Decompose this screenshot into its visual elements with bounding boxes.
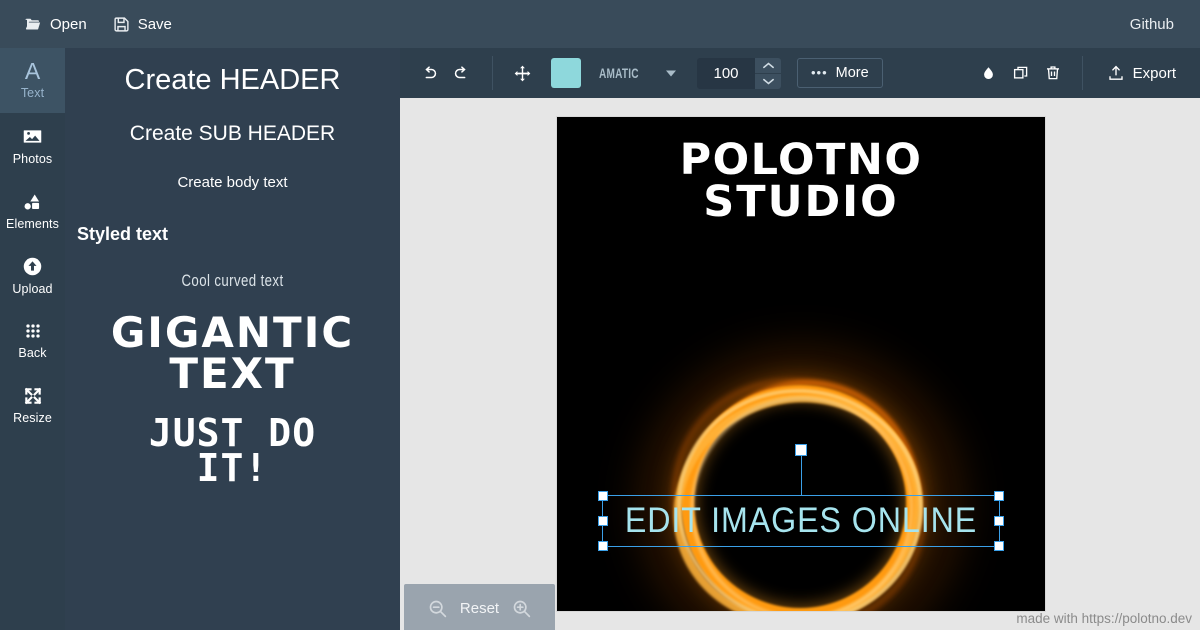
export-button[interactable]: Export bbox=[1097, 58, 1186, 88]
open-button[interactable]: Open bbox=[16, 10, 95, 38]
text-presets-panel: Create HEADER Create SUB HEADER Create b… bbox=[65, 48, 400, 630]
grid-dots-icon bbox=[23, 321, 43, 341]
font-family-select[interactable]: AMATIC bbox=[591, 61, 685, 85]
canvas-frame: POLOTNO STUDIO EDIT IMAGES ONLINE bbox=[557, 117, 1045, 611]
floppy-disk-icon bbox=[113, 16, 130, 33]
folder-open-icon bbox=[24, 15, 42, 33]
undo-button[interactable] bbox=[414, 58, 444, 88]
github-link[interactable]: Github bbox=[1120, 11, 1184, 38]
zoom-controls: Reset bbox=[404, 584, 555, 630]
more-button-label: More bbox=[836, 65, 869, 81]
opacity-button[interactable] bbox=[974, 58, 1004, 88]
sidebar-item-text[interactable]: A Text bbox=[0, 48, 65, 113]
sidebar-item-back[interactable]: Back bbox=[0, 308, 65, 373]
font-size-stepper bbox=[755, 58, 781, 89]
text-color-swatch[interactable] bbox=[551, 58, 581, 88]
sidebar-item-upload[interactable]: Upload bbox=[0, 243, 65, 308]
font-size-decrease-button[interactable] bbox=[755, 74, 781, 89]
sidebar-item-photos[interactable]: Photos bbox=[0, 113, 65, 178]
preset-styled-text[interactable]: Styled text bbox=[65, 224, 400, 245]
preset-create-subheader[interactable]: Create SUB HEADER bbox=[65, 122, 400, 146]
delete-button[interactable] bbox=[1038, 58, 1068, 88]
sidebar-item-label: Text bbox=[21, 86, 44, 100]
shapes-icon bbox=[22, 191, 43, 212]
polotno-watermark: made with https://polotno.dev bbox=[1016, 611, 1192, 626]
save-button-label: Save bbox=[138, 16, 172, 33]
upload-circle-icon bbox=[22, 256, 43, 277]
redo-button[interactable] bbox=[446, 58, 476, 88]
trash-icon bbox=[1044, 64, 1062, 82]
canvas-title-line2: STUDIO bbox=[557, 181, 1045, 223]
export-button-label: Export bbox=[1133, 65, 1176, 82]
resize-handle-bottom-right[interactable] bbox=[994, 541, 1004, 551]
droplet-icon bbox=[980, 65, 997, 82]
font-family-value: AMATIC bbox=[599, 65, 641, 81]
preset-create-header[interactable]: Create HEADER bbox=[65, 64, 400, 97]
preset-just-do-it[interactable]: JUST DO IT! bbox=[65, 416, 400, 486]
selected-text-object[interactable]: EDIT IMAGES ONLINE bbox=[621, 498, 982, 544]
image-icon bbox=[22, 126, 43, 147]
canvas-title-line1: POLOTNO bbox=[557, 139, 1045, 181]
resize-handle-top-left[interactable] bbox=[598, 491, 608, 501]
preset-gigantic-line1: GIGANTIC bbox=[65, 313, 400, 354]
chevron-down-icon bbox=[665, 67, 677, 79]
sidebar-item-label: Elements bbox=[6, 217, 59, 231]
resize-handle-middle-right[interactable] bbox=[994, 516, 1004, 526]
expand-arrows-icon bbox=[23, 386, 43, 406]
zoom-reset-button[interactable]: Reset bbox=[460, 600, 499, 617]
move-arrows-icon bbox=[513, 64, 532, 83]
design-canvas[interactable]: POLOTNO STUDIO EDIT IMAGES ONLINE bbox=[557, 117, 1045, 611]
canvas-workspace[interactable]: POLOTNO STUDIO EDIT IMAGES ONLINE bbox=[400, 98, 1200, 630]
toolbar-divider-2 bbox=[1082, 56, 1083, 90]
preset-gigantic-text[interactable]: GIGANTIC TEXT bbox=[65, 313, 400, 394]
toolbar-divider-1 bbox=[492, 56, 493, 90]
magnifier-minus-icon[interactable] bbox=[427, 598, 448, 619]
chevron-down-icon bbox=[762, 77, 775, 86]
more-button[interactable]: ••• More bbox=[797, 58, 883, 88]
redo-arrow-icon bbox=[452, 64, 471, 83]
upload-tray-icon bbox=[1107, 64, 1125, 82]
sidebar-item-resize[interactable]: Resize bbox=[0, 373, 65, 438]
resize-handle-top-right[interactable] bbox=[994, 491, 1004, 501]
font-size-control bbox=[697, 58, 781, 89]
font-size-increase-button[interactable] bbox=[755, 58, 781, 74]
object-toolbar: AMATIC ••• More bbox=[400, 48, 1200, 98]
polotno-studio-app: Open Save Github A Text Phot bbox=[0, 0, 1200, 630]
canvas-title-text[interactable]: POLOTNO STUDIO bbox=[557, 139, 1045, 223]
top-bar: Open Save Github bbox=[0, 0, 1200, 48]
preset-gigantic-line2: TEXT bbox=[65, 354, 400, 395]
sidebar-item-label: Upload bbox=[12, 282, 52, 296]
sidebar-item-label: Resize bbox=[13, 411, 52, 425]
sidebar-item-label: Photos bbox=[13, 152, 53, 166]
open-button-label: Open bbox=[50, 16, 87, 33]
chevron-up-icon bbox=[762, 61, 775, 70]
copy-icon bbox=[1012, 64, 1030, 82]
preset-curved-text[interactable]: Cool curved text bbox=[102, 271, 363, 291]
resize-handle-bottom-left[interactable] bbox=[598, 541, 608, 551]
letter-a-icon: A bbox=[25, 61, 40, 81]
sidebar-item-label: Back bbox=[18, 346, 46, 360]
sidebar-item-elements[interactable]: Elements bbox=[0, 178, 65, 243]
move-button[interactable] bbox=[507, 58, 537, 88]
preset-create-body-text[interactable]: Create body text bbox=[65, 174, 400, 191]
magnifier-plus-icon[interactable] bbox=[511, 598, 532, 619]
left-sidebar: A Text Photos Elements bbox=[0, 48, 65, 630]
duplicate-button[interactable] bbox=[1006, 58, 1036, 88]
preset-justdoit-line2: IT! bbox=[65, 451, 400, 486]
save-button[interactable]: Save bbox=[105, 11, 180, 38]
undo-arrow-icon bbox=[420, 64, 439, 83]
font-size-input[interactable] bbox=[697, 58, 755, 89]
orange-light-ring-image[interactable] bbox=[673, 379, 929, 611]
resize-handle-middle-left[interactable] bbox=[598, 516, 608, 526]
